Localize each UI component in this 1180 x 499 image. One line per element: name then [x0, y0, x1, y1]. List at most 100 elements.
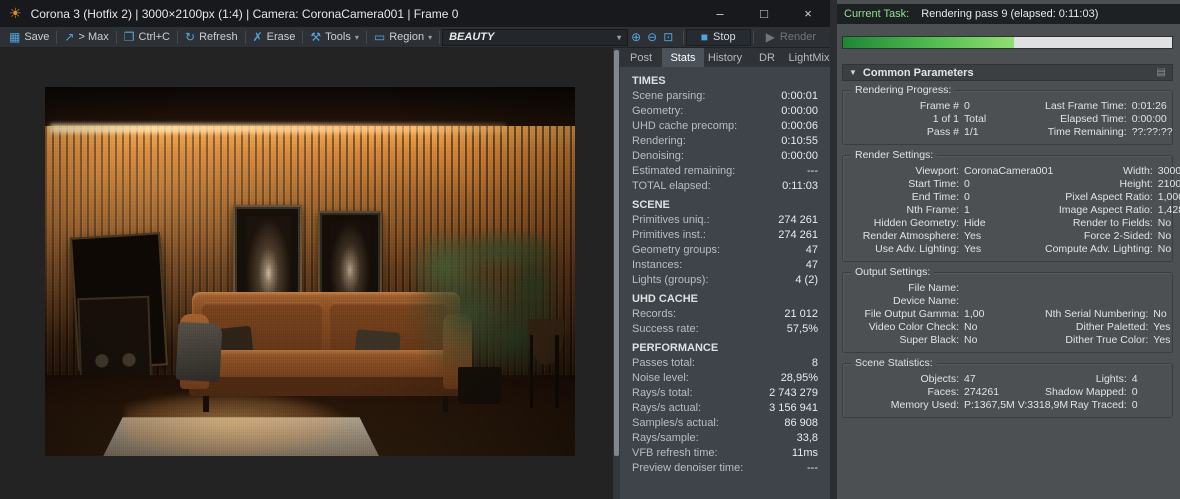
stat-label: Noise level: [632, 372, 689, 384]
stat-label: Primitives inst.: [632, 229, 706, 241]
stats-tabs: Post Stats History DR LightMix [620, 48, 830, 67]
window-controls: – □ × [698, 0, 830, 27]
group-value: No [1153, 308, 1167, 320]
chevron-down-icon: ▾ [428, 32, 433, 42]
stats-row: Primitives uniq.: 274 261 [632, 213, 818, 228]
tab-dr[interactable]: DR [746, 48, 788, 67]
zoom-out-button[interactable]: ⊖ [644, 30, 660, 44]
minimize-button[interactable]: – [698, 0, 742, 27]
stats-row: Scene parsing: 0:00:01 [632, 89, 818, 104]
stats-row: Geometry groups: 47 [632, 243, 818, 258]
group-label: Memory Used: [890, 399, 959, 411]
stat-label: Samples/s actual: [632, 417, 719, 429]
stat-label: Rendering: [632, 135, 686, 147]
group-label: Compute Adv. Lighting: [1045, 243, 1153, 255]
current-task-strip: Current Task: Rendering pass 9 (elapsed:… [837, 4, 1180, 24]
rollout-title: Common Parameters [862, 66, 974, 79]
toolbar-separator [115, 30, 117, 44]
stop-button[interactable]: ■ Stop [685, 28, 751, 46]
erase-button-label: Erase [266, 31, 296, 43]
titlebar[interactable]: ☀ Corona 3 (Hotfix 2) | 3000×2100px (1:4… [0, 0, 830, 27]
tab-history[interactable]: History [704, 48, 746, 67]
stats-row: Rays/sample: 33,8 [632, 431, 818, 446]
stat-label: Denoising: [632, 150, 684, 162]
stat-label: Scene parsing: [632, 90, 706, 102]
current-task-value: Rendering pass 9 (elapsed: 0:11:03) [921, 8, 1099, 20]
stats-row: TOTAL elapsed: 0:11:03 [632, 179, 818, 194]
stats-row: Rays/s total: 2 743 279 [632, 386, 818, 401]
group-label: Lights: [1095, 373, 1127, 385]
common-parameters-rollout[interactable]: ▼ Common Parameters ▤ [842, 64, 1173, 81]
group-value: 47 [964, 373, 976, 385]
tools-button-label: Tools [325, 31, 351, 43]
stat-label: VFB refresh time: [632, 447, 718, 459]
stat-label: Estimated remaining: [632, 165, 736, 177]
group-value: ??:??:?? [1131, 126, 1173, 138]
save-button[interactable]: ▦ Save [4, 30, 54, 44]
stat-value: 8 [811, 357, 818, 369]
stat-label: Passes total: [632, 357, 695, 369]
group-label: Force 2-Sided: [1083, 230, 1153, 242]
stats-row: Samples/s actual: 86 908 [632, 416, 818, 431]
vfb-body: Post Stats History DR LightMix TIMES Scene pa… [0, 48, 830, 499]
copy-button[interactable]: ❐ Ctrl+C [119, 30, 175, 44]
zoom-in-button[interactable]: ⊕ [628, 30, 644, 44]
rendered-image[interactable] [45, 87, 575, 456]
stat-label: Rays/s actual: [632, 402, 702, 414]
group-label: Height: [1119, 178, 1153, 190]
group-label: Video Color Check: [868, 321, 959, 333]
group-label: Last Frame Time: [1045, 100, 1127, 112]
tab-stats[interactable]: Stats [662, 48, 704, 67]
stats-section-title: TIMES [632, 75, 666, 87]
group-value: 2100 [1157, 178, 1180, 190]
group-value: P:1367,5M V:3318,9M [964, 399, 1069, 411]
group-value: No [1157, 230, 1172, 242]
refresh-button[interactable]: ↻ Refresh [180, 30, 243, 44]
window-title: Corona 3 (Hotfix 2) | 3000×2100px (1:4) … [30, 6, 459, 21]
maximize-button[interactable]: □ [742, 0, 786, 27]
stats-scrollbar-thumb[interactable] [614, 50, 619, 456]
image-area [0, 48, 613, 499]
stat-value: 3 156 941 [769, 402, 818, 414]
stat-label: Geometry: [632, 105, 684, 117]
save-button-label: Save [24, 31, 50, 43]
group-output-settings: Output Settings: File Name: Device Name: Fi… [842, 266, 1173, 353]
tools-button[interactable]: ⚒ Tools ▾ [305, 30, 363, 44]
stats-row: Passes total: 8 [632, 356, 818, 371]
group-grid: Frame # 0 Last Frame Time: 0:01:26 1 of 1 Tot… [849, 100, 1173, 139]
group-label [1045, 295, 1148, 308]
group-title: Output Settings: [851, 266, 935, 278]
stats-scrollbar[interactable] [613, 48, 620, 499]
zoom-reset-button[interactable]: ⊡ [660, 30, 676, 44]
stats-row: Geometry: 0:00:00 [632, 104, 818, 119]
stats-row: Preview denoiser time: --- [632, 461, 818, 476]
close-button[interactable]: × [786, 0, 830, 27]
rollout-grip-icon: ▤ [1156, 67, 1166, 78]
toolbar-separator [302, 30, 304, 44]
tab-post[interactable]: Post [620, 48, 662, 67]
stop-icon: ■ [700, 30, 709, 44]
region-button-label: Region [389, 31, 425, 43]
group-label: Use Adv. Lighting: [875, 243, 959, 255]
group-grid: File Name: Device Name: File Output Gamma:… [849, 282, 1170, 347]
to-max-button[interactable]: ↗ > Max [59, 30, 113, 44]
group-title: Render Settings: [851, 149, 938, 161]
group-value: Yes [964, 230, 982, 242]
stat-value: --- [807, 165, 818, 177]
render-progress-fill [843, 37, 1015, 48]
group-value [1153, 295, 1180, 308]
chevron-down-icon: ▾ [354, 32, 359, 42]
group-value [1153, 282, 1180, 295]
tab-lightmix[interactable]: LightMix [788, 48, 830, 67]
stats-row: Success rate: 57,5% [632, 322, 818, 337]
erase-button[interactable]: ✗ Erase [248, 30, 301, 44]
stat-label: Geometry groups: [632, 244, 721, 256]
stats-row: Noise level: 28,95% [632, 371, 818, 386]
render-element-select[interactable]: BEAUTY ▾ [442, 28, 629, 46]
region-button[interactable]: ▭ Region ▾ [369, 30, 437, 44]
stats-row: VFB refresh time: 11ms [632, 446, 818, 461]
render-button[interactable]: ▶ Render [756, 30, 826, 44]
stats-section-title: UHD CACHE [632, 293, 698, 305]
group-value [964, 282, 1040, 295]
stat-value: 21 012 [784, 308, 818, 320]
